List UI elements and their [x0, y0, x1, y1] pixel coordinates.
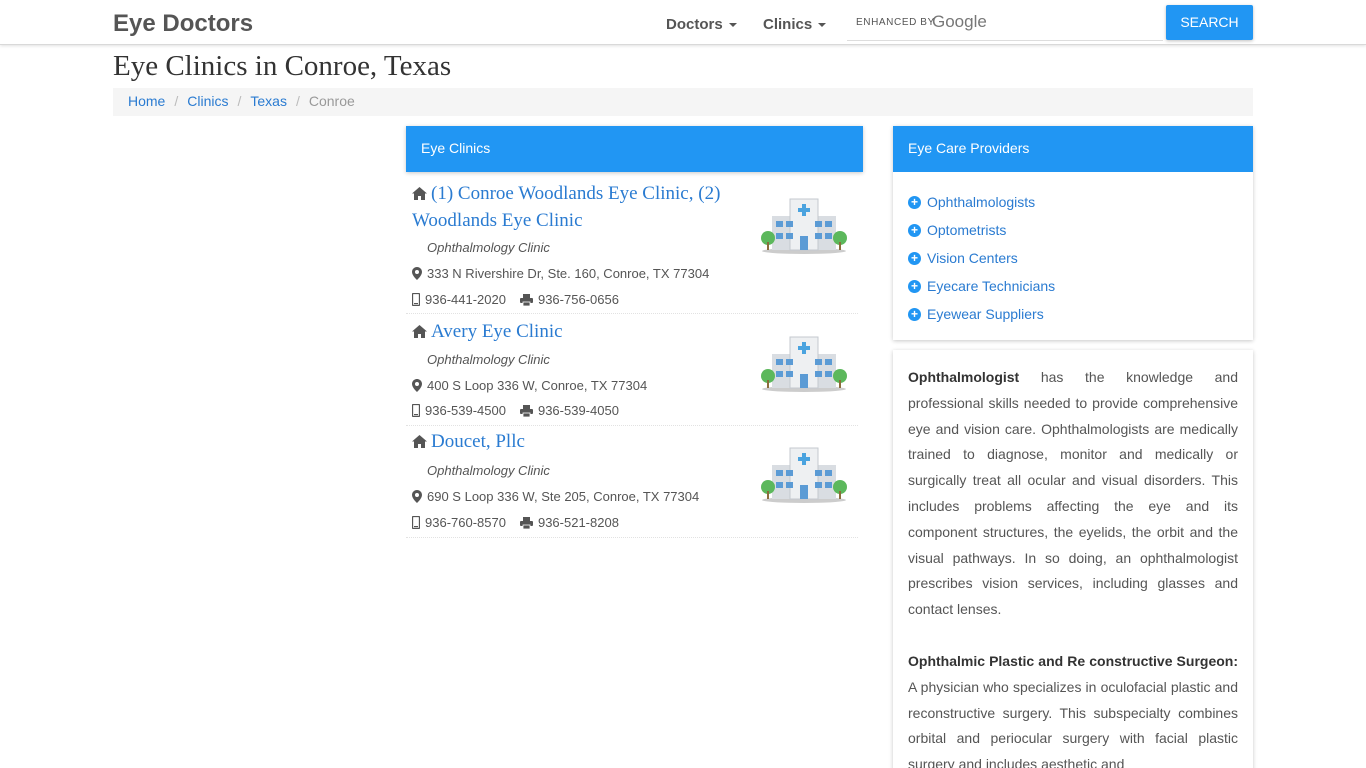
eye-clinics-panel-title: Eye Clinics: [406, 126, 863, 172]
provider-label: Ophthalmologists: [927, 194, 1036, 210]
clinic-contact-line: 936-760-8570 936-521-8208: [412, 515, 619, 530]
clinic-fax: 936-521-8208: [537, 515, 619, 530]
hospital-building-icon: [761, 336, 847, 392]
search-button[interactable]: SEARCH: [1166, 5, 1253, 40]
clinic-name-link[interactable]: (1) Conroe Woodlands Eye Clinic, (2) Woo…: [412, 180, 752, 234]
doctors-dropdown-label: Doctors: [666, 16, 723, 33]
search-input[interactable]: ENHANCED BY Google: [847, 7, 1163, 41]
clinic-contact-line: 936-441-2020 936-756-0656: [412, 292, 619, 307]
navbar: Eye Doctors Doctors Clinics ENHANCED BY …: [0, 0, 1366, 45]
clinic-address-line: 690 S Loop 336 W, Ste 205, Conroe, TX 77…: [412, 489, 699, 504]
phone-icon: [412, 293, 420, 306]
home-icon: [412, 187, 427, 200]
clinic-address: 400 S Loop 336 W, Conroe, TX 77304: [427, 378, 648, 393]
brand-logo[interactable]: Eye Doctors: [113, 10, 253, 38]
provider-link-optometrists[interactable]: + Optometrists: [908, 216, 1238, 244]
breadcrumb: Home / Clinics / Texas / Conroe: [113, 88, 1253, 116]
hospital-building-icon: [761, 447, 847, 503]
breadcrumb-clinics[interactable]: Clinics: [187, 93, 228, 109]
clinic-fax: 936-539-4050: [537, 403, 619, 418]
map-marker-icon: [412, 267, 422, 280]
clinic-address-line: 400 S Loop 336 W, Conroe, TX 77304: [412, 378, 647, 393]
term-plastic-surgeon: Ophthalmic Plastic and Re constructive S…: [908, 652, 1238, 669]
plus-circle-icon: +: [908, 223, 921, 237]
map-marker-icon: [412, 379, 422, 392]
list-item: (1) Conroe Woodlands Eye Clinic, (2) Woo…: [406, 178, 858, 314]
info-panel: Ophthalmologist has the knowledge and pr…: [893, 350, 1253, 768]
breadcrumb-home[interactable]: Home: [128, 93, 165, 109]
clinic-address: 333 N Rivershire Dr, Ste. 160, Conroe, T…: [427, 266, 710, 281]
clinic-type: Ophthalmology Clinic: [427, 352, 550, 367]
ophthalmologist-text: has the knowledge and professional skill…: [908, 369, 1238, 618]
provider-label: Optometrists: [927, 222, 1007, 238]
providers-list: + Ophthalmologists + Optometrists + Vision …: [893, 172, 1253, 328]
provider-label: Vision Centers: [927, 250, 1018, 266]
plus-circle-icon: +: [908, 251, 921, 265]
breadcrumb-texas[interactable]: Texas: [250, 93, 287, 109]
eye-care-providers-title: Eye Care Providers: [893, 126, 1253, 172]
search-enhanced-label: ENHANCED BY: [856, 17, 935, 28]
page-title: Eye Clinics in Conroe, Texas: [113, 50, 452, 82]
breadcrumb-separator: /: [237, 93, 242, 109]
provider-link-ophthalmologists[interactable]: + Ophthalmologists: [908, 188, 1238, 216]
provider-link-eyecare-technicians[interactable]: + Eyecare Technicians: [908, 272, 1238, 300]
provider-link-eyewear-suppliers[interactable]: + Eyewear Suppliers: [908, 300, 1238, 328]
clinic-fax: 936-756-0656: [537, 292, 619, 307]
clinic-phone: 936-760-8570: [425, 515, 506, 530]
clinic-name: Doucet, Pllc: [431, 431, 525, 452]
plus-circle-icon: +: [908, 307, 921, 321]
list-item: Doucet, Pllc Ophthalmology Clinic 690 S …: [406, 428, 858, 538]
provider-label: Eyewear Suppliers: [927, 306, 1044, 322]
hospital-building-icon: [761, 198, 847, 254]
ophthalmologist-description: Ophthalmologist has the knowledge and pr…: [908, 365, 1238, 623]
clinics-dropdown-label: Clinics: [763, 16, 813, 33]
fax-icon: [519, 405, 533, 417]
breadcrumb-separator: /: [174, 93, 179, 109]
clinic-type: Ophthalmology Clinic: [427, 463, 550, 478]
plastic-surgeon-description: Ophthalmic Plastic and Re constructive S…: [908, 649, 1238, 768]
list-item: Avery Eye Clinic Ophthalmology Clinic 40…: [406, 316, 858, 426]
google-logo: Google: [932, 12, 987, 31]
caret-down-icon: [818, 23, 827, 28]
clinic-name: (1) Conroe Woodlands Eye Clinic, (2) Woo…: [412, 183, 721, 231]
plus-circle-icon: +: [908, 279, 921, 293]
clinics-dropdown[interactable]: Clinics: [763, 16, 827, 33]
home-icon: [412, 435, 427, 448]
provider-label: Eyecare Technicians: [927, 278, 1056, 294]
caret-down-icon: [728, 23, 737, 28]
phone-icon: [412, 404, 420, 417]
plastic-surgeon-text: A physician who specializes in oculofaci…: [908, 678, 1238, 768]
breadcrumb-separator: /: [295, 93, 300, 109]
clinic-name: Avery Eye Clinic: [431, 321, 563, 342]
plus-circle-icon: +: [908, 195, 921, 209]
clinic-contact-line: 936-539-4500 936-539-4050: [412, 403, 619, 418]
doctors-dropdown[interactable]: Doctors: [666, 16, 737, 33]
clinic-name-link[interactable]: Doucet, Pllc: [412, 428, 752, 455]
clinic-address-line: 333 N Rivershire Dr, Ste. 160, Conroe, T…: [412, 266, 709, 281]
fax-icon: [519, 517, 533, 529]
term-ophthalmologist: Ophthalmologist: [908, 369, 1020, 385]
clinic-address: 690 S Loop 336 W, Ste 205, Conroe, TX 77…: [427, 489, 700, 504]
fax-icon: [519, 294, 533, 306]
clinic-phone: 936-441-2020: [425, 292, 506, 307]
map-marker-icon: [412, 490, 422, 503]
clinic-phone: 936-539-4500: [425, 403, 506, 418]
eye-care-providers-panel: Eye Care Providers + Ophthalmologists + Op…: [893, 126, 1253, 340]
eye-clinics-panel: Eye Clinics: [406, 126, 863, 172]
provider-link-vision-centers[interactable]: + Vision Centers: [908, 244, 1238, 272]
clinic-name-link[interactable]: Avery Eye Clinic: [412, 318, 752, 345]
clinic-type: Ophthalmology Clinic: [427, 240, 550, 255]
phone-icon: [412, 516, 420, 529]
home-icon: [412, 325, 427, 338]
breadcrumb-current: Conroe: [308, 93, 355, 109]
